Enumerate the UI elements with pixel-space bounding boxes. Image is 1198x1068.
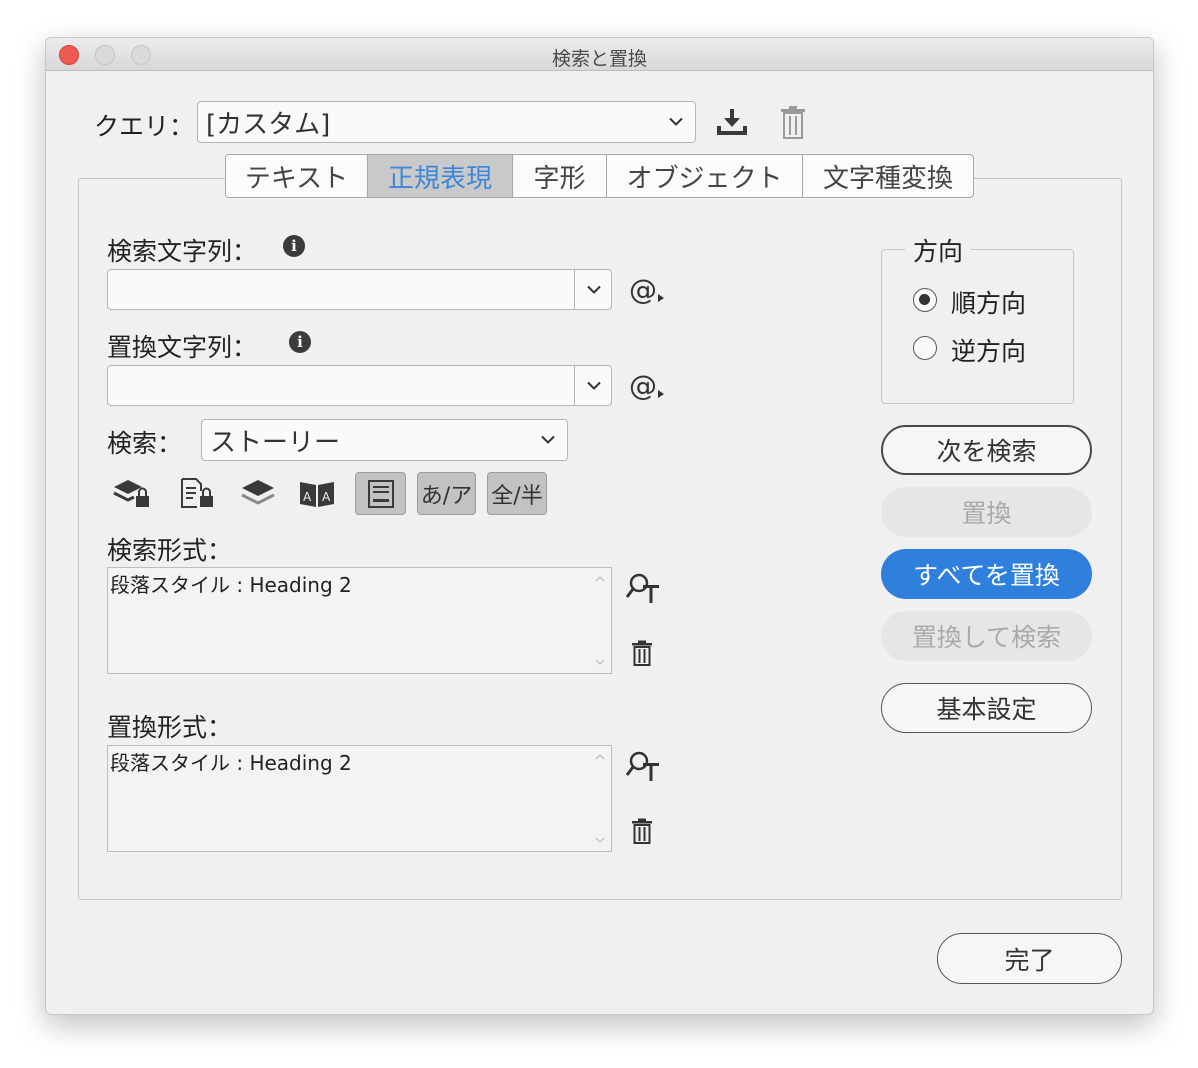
find-next-button[interactable]: 次を検索	[881, 425, 1092, 475]
chevron-down-icon	[541, 435, 555, 444]
direction-forward-radio[interactable]	[913, 288, 937, 312]
direction-group	[881, 249, 1074, 404]
change-format-box[interactable]: 段落スタイル : Heading 2	[107, 745, 612, 852]
svg-text:A: A	[303, 490, 312, 504]
scroll-up-icon[interactable]	[595, 574, 605, 584]
search-scope-value: ストーリー	[210, 427, 341, 458]
direction-title: 方向	[905, 232, 972, 268]
direction-forward-label[interactable]: 順方向	[951, 284, 1026, 320]
find-format-box[interactable]: 段落スタイル : Heading 2	[107, 567, 612, 674]
kana-sensitive-button[interactable]: あ/ア	[417, 472, 476, 515]
include-hidden-layers-button[interactable]	[235, 473, 281, 513]
include-locked-stories-button[interactable]	[173, 473, 219, 513]
master-pages-icon: A A	[300, 482, 334, 507]
tab-object[interactable]: オブジェクト	[607, 155, 803, 197]
tab-bar: テキスト 正規表現 字形 オブジェクト 文字種変換	[225, 154, 974, 198]
change-to-label: 置換文字列：	[107, 333, 258, 362]
svg-text:A: A	[322, 490, 331, 504]
change-format-value: 段落スタイル : Heading 2	[110, 751, 352, 775]
tab-text[interactable]: テキスト	[226, 155, 368, 197]
direction-backward-label[interactable]: 逆方向	[951, 332, 1026, 368]
tab-glyph[interactable]: 字形	[513, 155, 607, 197]
specify-change-format-icon[interactable]	[626, 750, 662, 782]
include-master-pages-button[interactable]: A A	[294, 473, 340, 513]
search-scope-label: 検索：	[107, 429, 183, 458]
locked-layers-icon	[113, 480, 149, 507]
change-to-field[interactable]	[107, 365, 612, 406]
clear-change-format-icon[interactable]	[631, 818, 653, 844]
scroll-up-icon[interactable]	[595, 752, 605, 762]
chevron-down-icon[interactable]	[587, 381, 601, 390]
width-sensitive-button[interactable]: 全/半	[487, 472, 547, 515]
query-select[interactable]: [カスタム]	[197, 101, 696, 143]
query-label: クエリ：	[94, 112, 195, 141]
include-locked-layers-button[interactable]	[109, 473, 155, 513]
delete-query-icon[interactable]	[780, 105, 806, 139]
find-format-label: 検索形式：	[107, 536, 233, 565]
tab-transliterate[interactable]: 文字種変換	[803, 155, 973, 197]
kana-sensitive-label: あ/ア	[420, 483, 473, 509]
footnotes-icon	[367, 479, 394, 508]
chevron-down-icon[interactable]	[587, 285, 601, 294]
find-format-value: 段落スタイル : Heading 2	[110, 573, 352, 597]
find-info-icon[interactable]: i	[283, 235, 305, 257]
locked-stories-icon	[181, 478, 213, 508]
window-title: 検索と置換	[551, 48, 647, 70]
hidden-layers-icon	[241, 480, 275, 505]
find-change-dialog: 検索と置換 クエリ： [カスタム] テキスト 正規表現 字形 オブジェクト 文字…	[45, 37, 1154, 1015]
clear-find-format-icon[interactable]	[631, 640, 653, 666]
specify-find-format-icon[interactable]	[626, 572, 662, 604]
change-button[interactable]: 置換	[881, 487, 1092, 537]
scroll-down-icon[interactable]	[595, 835, 605, 845]
change-info-icon[interactable]: i	[289, 331, 311, 353]
change-format-label: 置換形式：	[107, 713, 233, 742]
search-scope-select[interactable]: ストーリー	[201, 419, 568, 461]
change-all-button[interactable]: すべてを置換	[881, 549, 1092, 599]
scroll-down-icon[interactable]	[595, 657, 605, 667]
chevron-down-icon	[669, 117, 683, 126]
find-what-label: 検索文字列：	[107, 237, 258, 266]
title-bar: 検索と置換	[46, 38, 1153, 71]
width-sensitive-label: 全/半	[491, 483, 543, 509]
change-find-button[interactable]: 置換して検索	[881, 611, 1092, 661]
find-special-characters-icon[interactable]: @	[629, 273, 664, 306]
direction-backward-radio[interactable]	[913, 336, 937, 360]
change-special-characters-icon[interactable]: @	[629, 369, 664, 402]
include-footnotes-button[interactable]	[355, 472, 406, 515]
find-what-field[interactable]	[107, 269, 612, 310]
done-button[interactable]: 完了	[937, 933, 1122, 984]
save-query-icon[interactable]	[714, 107, 750, 137]
tab-grep[interactable]: 正規表現	[368, 155, 513, 197]
fewer-options-button[interactable]: 基本設定	[881, 683, 1092, 733]
query-value: [カスタム]	[206, 109, 331, 140]
